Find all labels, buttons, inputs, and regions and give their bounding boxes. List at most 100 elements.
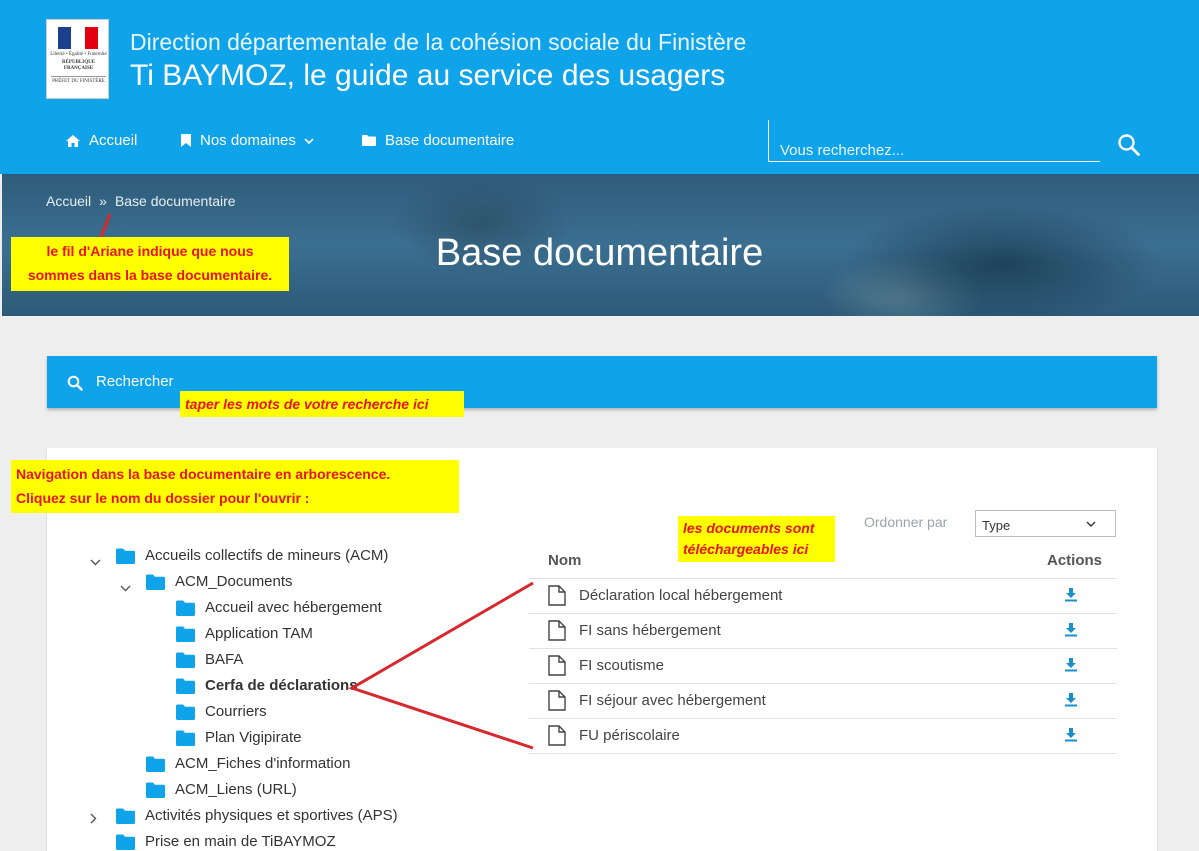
chevron-right-icon	[90, 813, 97, 824]
tree-folder[interactable]: ACM_Liens (URL)	[146, 781, 297, 798]
tree-folder-label: BAFA	[205, 651, 244, 668]
tree-folder[interactable]: ACM_Documents	[146, 573, 293, 590]
folder-icon	[116, 548, 135, 564]
download-icon[interactable]	[1064, 623, 1078, 637]
folder-icon	[146, 756, 165, 772]
tree-folder[interactable]: BAFA	[176, 651, 243, 668]
document-name[interactable]: Déclaration local hébergement	[579, 587, 782, 604]
tree-folder-label: Prise en main de TiBAYMOZ	[145, 833, 336, 850]
download-icon[interactable]	[1064, 693, 1078, 707]
annotation-line: sommes dans la base documentaire.	[27, 267, 273, 283]
folder-icon	[176, 730, 195, 746]
logo-motto: Liberté • Égalité • Fraternité	[50, 52, 107, 57]
annotation-tree: Navigation dans la base documentaire en …	[11, 460, 459, 513]
document-name[interactable]: FI séjour avec hébergement	[579, 692, 766, 709]
folder-icon	[176, 626, 195, 642]
column-header-name[interactable]: Nom	[548, 552, 581, 569]
nav-domains-label: Nos domaines	[200, 132, 296, 149]
tree-folder-label: Plan Vigipirate	[205, 729, 302, 746]
tree-folder[interactable]: Prise en main de TiBAYMOZ	[116, 833, 336, 850]
file-icon	[548, 690, 566, 711]
annotation-line: Cliquez sur le nom du dossier pour l'ouv…	[16, 490, 310, 506]
logo-prefect: PRÉFET DU FINISTÈRE	[52, 79, 105, 84]
nav-domains[interactable]: Nos domaines	[181, 132, 314, 149]
site-title[interactable]: Ti BAYMOZ, le guide au service des usage…	[130, 59, 725, 93]
annotation-breadcrumb: le fil d'Ariane indique que nous sommes …	[11, 237, 289, 291]
tree-folder-label: Accueil avec hébergement	[205, 599, 382, 616]
folder-icon	[176, 704, 195, 720]
breadcrumb-home[interactable]: Accueil	[46, 193, 91, 209]
sort-label: Ordonner par	[864, 514, 948, 530]
breadcrumb-separator: »	[99, 193, 107, 209]
tree-toggle-acm-documents[interactable]	[120, 579, 131, 597]
tree-folder[interactable]: Activités physiques et sportives (APS)	[116, 807, 398, 824]
annotation-line: les documents sont	[683, 520, 815, 536]
annotation-line: téléchargeables ici	[683, 541, 809, 557]
tree-folder-label: ACM_Liens (URL)	[175, 781, 297, 798]
file-icon	[548, 725, 566, 746]
table-row: FI scoutisme	[529, 648, 1117, 683]
breadcrumb: Accueil » Base documentaire	[46, 193, 236, 209]
tree-folder-label: Cerfa de déclarations	[205, 677, 358, 694]
folder-icon	[176, 600, 195, 616]
nav-home-label: Accueil	[89, 132, 138, 149]
nav-docbase[interactable]: Base documentaire	[362, 132, 514, 149]
tree-folder[interactable]: Accueil avec hébergement	[176, 599, 382, 616]
search-icon	[67, 375, 83, 391]
download-icon[interactable]	[1064, 658, 1078, 672]
table-row: FI sans hébergement	[529, 613, 1117, 648]
document-name[interactable]: FI sans hébergement	[579, 622, 721, 639]
folder-icon	[116, 834, 135, 850]
header-search-input[interactable]	[780, 142, 1080, 159]
chevron-down-icon	[1086, 521, 1096, 527]
doc-search-label: Rechercher	[96, 373, 174, 390]
prefecture-logo[interactable]: Liberté • Égalité • Fraternité RÉPUBLIQU…	[46, 19, 109, 99]
chevron-down-icon	[304, 137, 314, 144]
chevron-down-icon	[90, 559, 101, 566]
search-icon	[1118, 134, 1140, 156]
nav-docbase-label: Base documentaire	[385, 132, 515, 149]
bookmark-icon	[181, 134, 191, 147]
chevron-down-icon	[120, 585, 131, 592]
tree-toggle-acm[interactable]	[90, 553, 101, 571]
tree-folder-label: Activités physiques et sportives (APS)	[145, 807, 398, 824]
nav-home[interactable]: Accueil	[66, 132, 137, 149]
sort-select[interactable]: Type	[975, 510, 1116, 537]
folder-icon	[146, 574, 165, 590]
tree-folder[interactable]: Application TAM	[176, 625, 313, 642]
home-icon	[66, 134, 80, 147]
tree-folder[interactable]: ACM_Fiches d'information	[146, 755, 350, 772]
file-icon	[548, 620, 566, 641]
tree-toggle-aps[interactable]	[90, 811, 97, 829]
french-flag-icon	[58, 27, 98, 49]
folder-icon	[362, 135, 376, 146]
folder-icon	[116, 808, 135, 824]
document-name[interactable]: FU périscolaire	[579, 727, 680, 744]
tree-folder-label: Accueils collectifs de mineurs (ACM)	[145, 547, 389, 564]
document-name[interactable]: FI scoutisme	[579, 657, 664, 674]
tree-folder-label: Application TAM	[205, 625, 313, 642]
tree-folder[interactable]: Courriers	[176, 703, 267, 720]
tree-folder-label: ACM_Fiches d'information	[175, 755, 351, 772]
tree-folder[interactable]: Accueils collectifs de mineurs (ACM)	[116, 547, 388, 564]
column-header-actions: Actions	[1047, 552, 1103, 569]
annotation-line: le fil d'Ariane indique que nous	[46, 243, 254, 259]
table-row: FU périscolaire	[529, 718, 1117, 753]
tree-folder[interactable]: Plan Vigipirate	[176, 729, 301, 746]
download-icon[interactable]	[1064, 728, 1078, 742]
sort-select-value: Type	[982, 518, 1011, 533]
annotation-documents: les documents sont téléchargeables ici	[678, 516, 835, 562]
folder-icon	[176, 678, 195, 694]
download-icon[interactable]	[1064, 588, 1078, 602]
site-subtitle: Direction départementale de la cohésion …	[130, 29, 747, 55]
logo-republic: RÉPUBLIQUE FRANÇAISE	[61, 60, 96, 71]
table-row: Déclaration local hébergement	[529, 578, 1117, 613]
header-search-button[interactable]	[1117, 133, 1141, 162]
logo-divider	[51, 76, 106, 77]
tree-folder-label: Courriers	[205, 703, 267, 720]
breadcrumb-current: Base documentaire	[114, 193, 236, 209]
tree-folder-selected[interactable]: Cerfa de déclarations	[176, 677, 358, 694]
annotation-line: Navigation dans la base documentaire en …	[16, 466, 391, 482]
file-icon	[548, 585, 566, 606]
folder-icon	[176, 652, 195, 668]
